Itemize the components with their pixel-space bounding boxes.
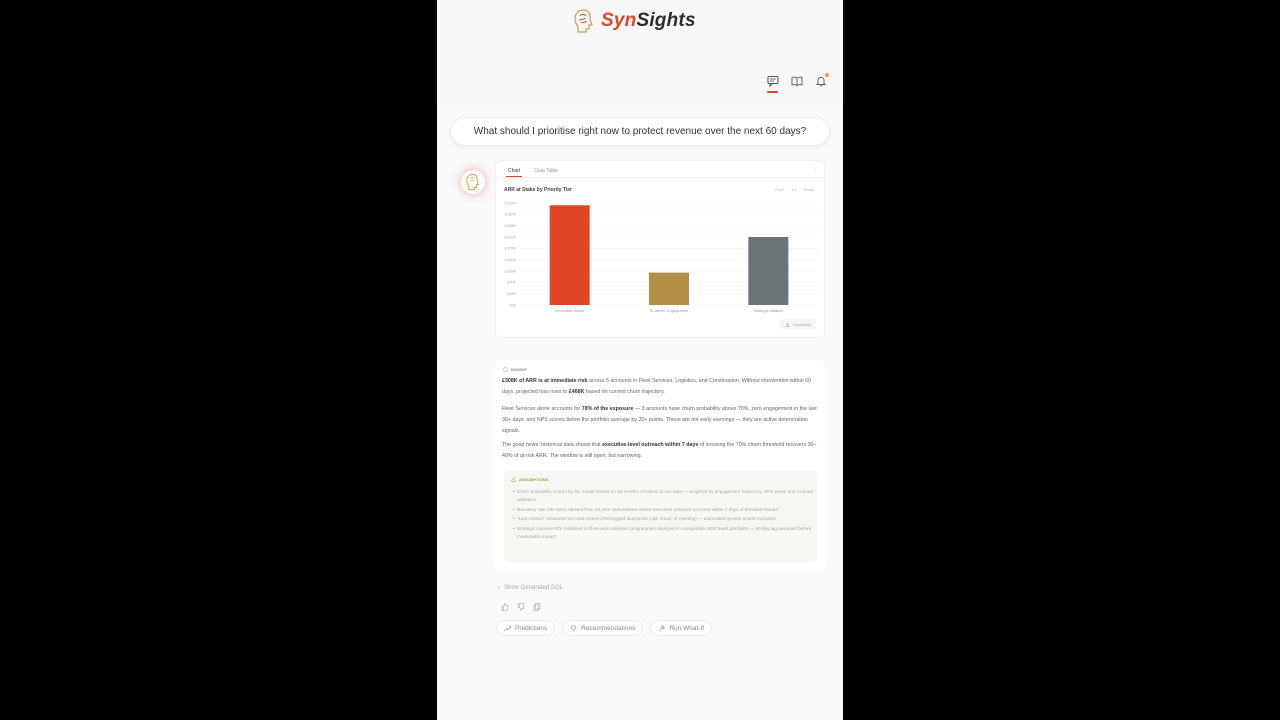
chart-control-reset[interactable]: Reset (804, 187, 814, 192)
show-sql-label: Show Generated SQL (504, 585, 563, 591)
thumbs-down-icon[interactable] (517, 603, 525, 611)
notification-dot (825, 73, 829, 77)
insight-card: INSIGHT £308K of ARR is at immediate ris… (495, 360, 825, 572)
follow-up-actions: Predictions Recommendations Run What-If (496, 620, 713, 636)
assumption-item: Strategic initiative ROI modelled on fle… (513, 525, 813, 541)
download-label: Download (793, 321, 811, 327)
chart-controls: Pivot 1:1 Reset (775, 187, 814, 192)
download-icon (785, 321, 790, 327)
assumption-item: "Last contact" measured as most recent C… (513, 515, 813, 523)
insight-p1-bold-2: £468K (568, 389, 585, 395)
insight-label: INSIGHT (503, 367, 527, 372)
assumptions-title: ASSUMPTIONS (511, 477, 548, 482)
tab-divider (496, 177, 824, 178)
copy-icon[interactable] (533, 603, 541, 611)
brain-head-logo-icon (574, 9, 593, 33)
assumptions-list: Churn probability scored by ML model tra… (513, 488, 813, 542)
chat-icon[interactable] (767, 74, 779, 93)
wrench-icon (659, 625, 666, 631)
y-tick-label: £280K (505, 213, 516, 217)
chart-control-ratio[interactable]: 1:1 (791, 187, 797, 192)
y-tick-label: £175K (505, 247, 516, 251)
chart-tabs: Chart Data Table (505, 168, 558, 177)
trend-up-icon (504, 625, 511, 631)
bell-icon[interactable] (815, 73, 829, 87)
chart-title: ARR at Stake by Priority Tier (504, 187, 572, 193)
assumptions-title-text: ASSUMPTIONS (519, 477, 549, 482)
chart-control-pivot[interactable]: Pivot (775, 187, 784, 192)
y-tick-label: £210K (505, 235, 516, 239)
insight-p3-text-1: The good news: historical data shows tha… (502, 442, 603, 448)
tab-data-table[interactable]: Data Table (534, 168, 558, 174)
bar (748, 237, 789, 305)
insight-paragraph-1: £308K of ARR is at immediate risk across… (502, 376, 820, 398)
thumbs-up-icon[interactable] (501, 603, 509, 611)
y-tick-label: £315K (505, 201, 516, 205)
y-tick-label: £0K (509, 303, 516, 307)
insight-paragraph-2: Fleet Services alone accounts for 78% of… (502, 404, 820, 437)
run-what-if-button[interactable]: Run What-If (650, 620, 713, 636)
brand-part-sights: Sights (636, 10, 696, 31)
feedback-bar (501, 603, 541, 611)
bar (549, 205, 590, 305)
assumptions-box: ASSUMPTIONS Churn probability scored by … (504, 471, 817, 562)
y-tick-label: £245K (505, 224, 516, 228)
y-tick-label: £35K (507, 292, 516, 296)
warning-icon (511, 477, 516, 482)
insight-paragraph-3: The good news: historical data shows tha… (502, 440, 820, 462)
assistant-avatar (461, 170, 485, 194)
predictions-button[interactable]: Predictions (496, 620, 556, 636)
insight-p2-text-1: Fleet Services alone accounts for (502, 406, 582, 412)
recommendations-button[interactable]: Recommendations (562, 620, 644, 636)
insight-label-text: INSIGHT (511, 367, 528, 372)
brain-head-avatar-icon (466, 173, 480, 191)
x-tick-label: Proactive Engagement (650, 309, 689, 313)
chart-card: Chart Data Table ⋮ ARR at Stake by Prior… (495, 160, 825, 338)
download-button[interactable]: Download (780, 319, 816, 329)
header-icon-bar (767, 73, 829, 93)
insight-p1-bold-1: £308K of ARR is at immediate risk (502, 378, 588, 384)
assumption-item: Churn probability scored by ML model tra… (513, 488, 813, 504)
predictions-label: Predictions (515, 624, 548, 632)
header: SynSights (437, 0, 843, 104)
logo[interactable]: SynSights (573, 8, 696, 34)
bar-chart: £0K £35K £70K £105K £140K £175K £210K £245K £280… (505, 201, 818, 313)
lightbulb-icon (571, 624, 577, 631)
insight-icon (503, 367, 508, 372)
x-tick-label: Strategic Initiative (753, 309, 783, 313)
app-viewport: SynSights What should I prioritise right… (437, 0, 843, 720)
y-tick-label: £140K (505, 258, 516, 262)
bar (649, 272, 689, 305)
assumption-item: Recovery rate (30–40%) derived from 23 p… (513, 506, 813, 514)
chevron-right-icon: › (498, 585, 500, 591)
brand-name: SynSights (601, 10, 696, 32)
y-tick-label: £70K (507, 281, 516, 285)
show-sql-toggle[interactable]: › Show Generated SQL (498, 585, 563, 591)
insight-p2-bold-1: 78% of the exposure (581, 406, 634, 412)
run-what-if-label: Run What-If (669, 624, 705, 632)
tab-chart[interactable]: Chart (505, 168, 523, 177)
brand-part-syn: Syn (601, 10, 637, 31)
x-tick-label: Immediate Action (555, 309, 584, 313)
insight-p1-text-2: based on current churn trajectory. (584, 389, 665, 395)
recommendations-label: Recommendations (581, 624, 636, 632)
more-options-icon[interactable]: ⋮ (812, 166, 818, 173)
book-icon[interactable] (791, 74, 803, 87)
insight-p3-bold-1: executive-level outreach within 7 days (602, 442, 699, 448)
user-question-bubble: What should I prioritise right now to pr… (450, 117, 830, 146)
y-tick-label: £105K (505, 269, 516, 273)
